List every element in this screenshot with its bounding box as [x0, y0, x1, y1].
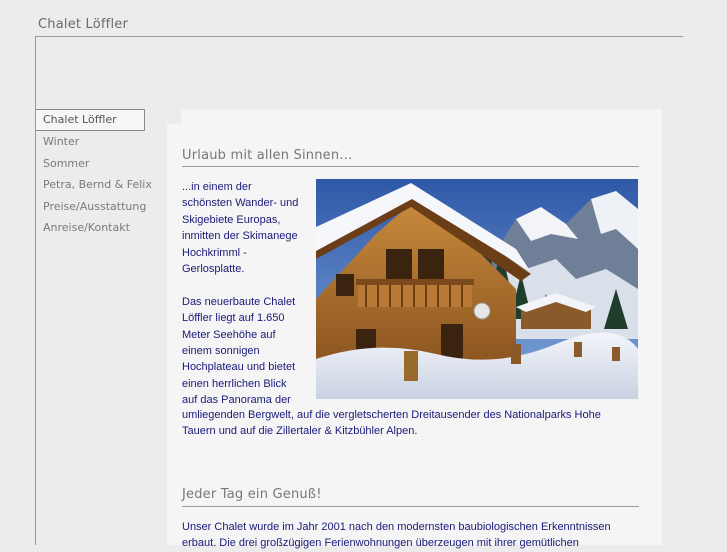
section-heading-rule	[182, 506, 639, 507]
site-title: Chalet Löffler	[38, 17, 128, 32]
nav-item-petra-bernd-felix[interactable]: Petra, Bernd & Felix	[36, 174, 152, 196]
text-line: umliegenden Bergwelt, auf die vergletsch…	[182, 409, 601, 421]
section-heading-rule	[182, 166, 639, 167]
frame-top-line	[35, 36, 683, 37]
chalet-description: Unser Chalet wurde im Jahr 2001 nach den…	[182, 519, 652, 552]
content-tab	[181, 109, 662, 125]
intro-paragraph: ...in einem der schönsten Wander- und Sk…	[182, 179, 312, 409]
nav-item-anreise-kontakt[interactable]: Anreise/Kontakt	[36, 217, 148, 239]
text-line: inmitten der Skimanege	[182, 230, 298, 243]
text-line: einen herrlichen Blick	[182, 377, 287, 390]
text-line: Löffler liegt auf 1.650	[182, 312, 285, 325]
text-line: Unser Chalet wurde im Jahr 2001 nach den…	[182, 521, 611, 533]
text-line: Tauern und auf die Zillertaler & Kitzbüh…	[182, 425, 418, 438]
intro-paragraph-continued: umliegenden Bergwelt, auf die vergletsch…	[182, 407, 652, 440]
text-line: ...in einem der	[182, 181, 252, 193]
text-line: schönsten Wander- und	[182, 197, 299, 210]
main-navigation: Chalet Löffler Winter Sommer Petra, Bern…	[36, 109, 152, 239]
section-heading-genuss: Jeder Tag ein Genuß!	[182, 487, 322, 502]
text-line: erbaut. Die drei großzügigen Ferienwohnu…	[182, 537, 579, 550]
text-line: Hochkrimml -	[182, 246, 247, 259]
text-line: einem sonnigen	[182, 345, 260, 358]
section-heading-urlaub: Urlaub mit allen Sinnen...	[182, 148, 353, 163]
text-line: Gerlosplatte.	[182, 263, 245, 276]
nav-item-preise-ausstattung[interactable]: Preise/Ausstattung	[36, 196, 148, 218]
chalet-winter-photo	[316, 179, 638, 399]
text-line: Hochplateau und bietet	[182, 361, 296, 374]
nav-item-chalet-loeffler[interactable]: Chalet Löffler	[36, 109, 145, 131]
nav-item-winter[interactable]: Winter	[36, 131, 148, 153]
text-line: Das neuerbaute Chalet	[182, 295, 296, 308]
text-line: Skigebiete Europas,	[182, 213, 281, 226]
nav-item-sommer[interactable]: Sommer	[36, 153, 148, 175]
text-line: Meter Seehöhe auf	[182, 328, 276, 341]
